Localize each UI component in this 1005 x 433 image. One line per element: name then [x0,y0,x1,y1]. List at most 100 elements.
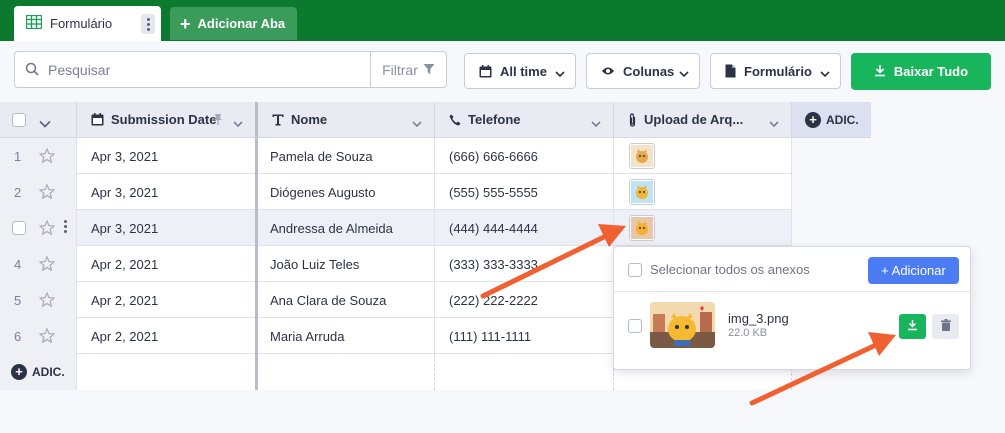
cell-telefone[interactable]: (555) 555-5555 [435,174,614,210]
chevron-down-icon[interactable] [769,116,779,131]
row-number: 2 [14,185,22,200]
add-row-label: ADIC. [32,365,65,379]
form-dropdown[interactable]: Formulário [710,53,841,89]
attachment-thumbnail[interactable] [629,179,655,205]
calendar-icon [479,64,492,78]
attachment-thumbnail[interactable] [629,143,655,169]
document-icon [725,64,736,78]
add-column-label: ADIC. [826,112,859,127]
row-checkbox[interactable] [12,221,26,235]
cell-telefone[interactable]: (666) 666-6666 [435,138,614,174]
delete-attachment-button[interactable] [932,314,959,339]
chevron-down-icon[interactable] [591,116,601,131]
cell-submission-date[interactable]: Apr 3, 2021 [77,138,258,174]
attachment-thumbnail[interactable] [650,302,715,348]
add-attachment-button[interactable]: + Adicionar [868,257,959,284]
filter-button[interactable]: Filtrar [370,52,446,87]
cell-nome[interactable]: Andressa de Almeida [258,210,435,246]
download-icon [874,64,886,80]
search-box[interactable]: Pesquisar Filtrar [14,51,447,88]
table-icon [25,14,43,32]
tab-label: Formulário [50,16,113,31]
search-icon [25,62,39,79]
download-icon [907,319,918,334]
chevron-down-icon[interactable] [412,116,422,131]
form-label: Formulário [744,63,812,79]
cell-upload[interactable] [614,174,792,210]
empty-cell [435,354,614,390]
time-filter-dropdown[interactable]: All time [464,53,576,89]
cell-upload[interactable] [614,138,792,174]
chevron-down-icon [820,66,830,81]
trash-icon [940,319,951,334]
star-icon[interactable] [38,291,56,310]
row-menu-icon[interactable] [64,220,67,233]
column-label: Telefone [468,112,521,127]
columns-label: Colunas [623,63,675,79]
select-all-attachments-checkbox[interactable] [628,263,642,277]
attachment-thumbnail[interactable] [629,215,655,241]
row-number: 6 [14,329,22,344]
empty-cell [77,354,258,390]
cell-submission-date[interactable]: Apr 2, 2021 [77,246,258,282]
tab-more-icon[interactable] [141,14,155,34]
cell-submission-date[interactable]: Apr 3, 2021 [77,210,258,246]
download-attachment-button[interactable] [899,314,926,339]
plus-circle-icon: + [805,111,821,128]
download-all-label: Baixar Tudo [893,64,969,79]
column-header-nome[interactable]: Nome [258,102,435,138]
cell-nome[interactable]: João Luiz Teles [258,246,435,282]
column-label: Nome [291,112,328,127]
select-all-attachments-label: Selecionar todos os anexos [650,262,810,277]
star-icon[interactable] [38,327,56,346]
star-icon[interactable] [38,147,56,166]
chevron-down-icon[interactable] [39,116,51,131]
header-select-all [0,102,77,138]
row-number: 5 [14,293,22,308]
cell-submission-date[interactable]: Apr 3, 2021 [77,174,258,210]
calendar-icon [91,113,104,126]
cell-telefone[interactable]: (333) 333-3333 [435,246,614,282]
filter-label: Filtrar [382,61,418,78]
row-controls: 2 [0,174,77,210]
chevron-down-icon[interactable] [233,116,243,131]
download-all-button[interactable]: Baixar Tudo [851,53,991,90]
table-row[interactable]: 1 Apr 3, 2021 Pamela de Souza (666) 666-666… [0,138,792,174]
cell-telefone[interactable]: (111) 111-1111 [435,318,614,354]
empty-cell [258,354,435,390]
cell-upload[interactable] [614,210,792,246]
add-column-button[interactable]: + ADIC. [792,102,871,138]
add-tab-button[interactable]: + Adicionar Aba [170,7,297,40]
column-header-telefone[interactable]: Telefone [435,102,614,138]
star-icon[interactable] [38,255,56,274]
cell-telefone[interactable]: (222) 222-2222 [435,282,614,318]
row-controls [0,210,77,246]
text-icon [272,114,284,126]
cell-submission-date[interactable]: Apr 2, 2021 [77,318,258,354]
columns-dropdown[interactable]: Colunas [586,53,700,89]
plus-circle-icon: + [11,364,27,380]
pin-icon[interactable] [213,113,223,129]
table-row[interactable]: Apr 3, 2021 Andressa de Almeida (444) 444-… [0,210,792,246]
add-row-button[interactable]: + ADIC. [0,354,77,390]
star-icon[interactable] [38,219,56,238]
column-header-submission-date[interactable]: Submission Date [77,102,258,138]
eye-icon [601,66,615,76]
row-controls: 1 [0,138,77,174]
cell-telefone[interactable]: (444) 444-4444 [435,210,614,246]
cell-nome[interactable]: Ana Clara de Souza [258,282,435,318]
column-header-upload[interactable]: Upload de Arq... [614,102,792,138]
select-all-checkbox[interactable] [12,113,26,127]
search-input[interactable]: Pesquisar [48,62,110,78]
cell-submission-date[interactable]: Apr 2, 2021 [77,282,258,318]
chevron-down-icon [679,66,689,81]
funnel-icon [423,62,435,78]
row-number: 4 [14,257,22,272]
table-row[interactable]: 2 Apr 3, 2021 Diógenes Augusto (555) 555-55… [0,174,792,210]
cell-nome[interactable]: Pamela de Souza [258,138,435,174]
star-icon[interactable] [38,183,56,202]
tab-formulario[interactable]: Formulário [14,6,161,41]
cell-nome[interactable]: Diógenes Augusto [258,174,435,210]
attachment-checkbox[interactable] [628,319,642,333]
cell-nome[interactable]: Maria Arruda [258,318,435,354]
